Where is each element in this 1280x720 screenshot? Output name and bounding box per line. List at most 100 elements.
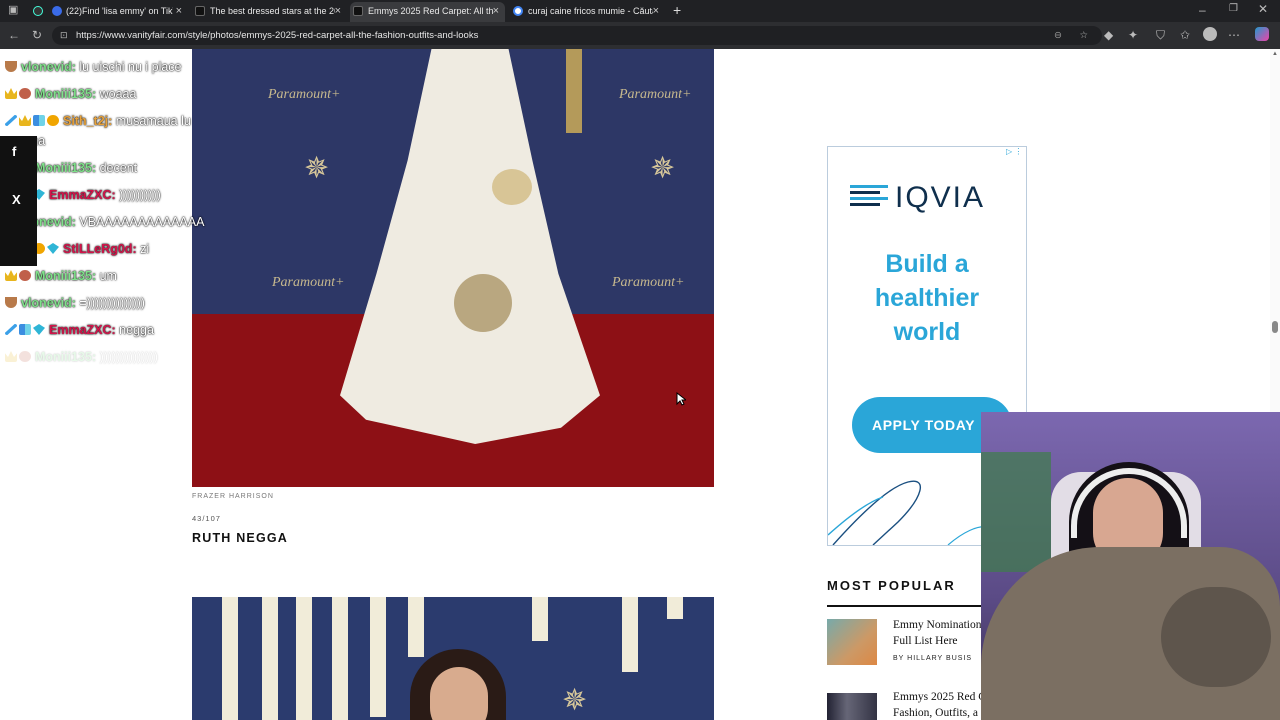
favorites-icon[interactable]: ✩ — [1180, 28, 1190, 42]
chat-text: um — [99, 269, 117, 283]
chat-text: =)))))))))))))) — [79, 296, 145, 310]
article-headline[interactable]: Emmy Nomination — [893, 618, 983, 633]
head-badge-icon — [19, 88, 31, 99]
grid-badge-icon — [19, 324, 31, 335]
backdrop-stripe — [332, 597, 348, 720]
x-twitter-icon[interactable]: X — [12, 192, 21, 207]
close-icon[interactable]: × — [335, 2, 341, 20]
bowl-badge-icon — [5, 61, 17, 72]
close-window-icon[interactable]: ✕ — [1258, 2, 1268, 16]
tab-google-search[interactable]: curaj caine fricos mumie - Căutar × — [510, 2, 665, 22]
chat-text: negga — [119, 323, 154, 337]
section-divider — [827, 605, 987, 607]
coin-badge-icon — [47, 115, 59, 126]
chat-username: Moniii135: — [35, 269, 97, 283]
gown-flower-print — [454, 274, 512, 332]
emmy-statue-icon: ✵ — [650, 152, 676, 185]
article-headline[interactable]: Emmys 2025 Red C — [893, 690, 983, 705]
chat-badges — [5, 87, 33, 101]
chat-username: EmmaZXC: — [49, 188, 116, 202]
back-icon[interactable]: ← — [8, 28, 20, 42]
chat-text: decent — [99, 161, 138, 175]
logo-bar — [850, 197, 888, 200]
gallery-counter: 43/107 — [192, 514, 221, 523]
chat-username: Moniii135: — [35, 350, 97, 364]
gown-flower-print — [492, 169, 532, 205]
restore-icon[interactable]: ❐ — [1229, 3, 1238, 14]
favorite-star-icon[interactable]: ☆ — [1079, 26, 1088, 45]
tab-tiktok[interactable]: (22)Find 'lisa emmy' on TikTo × — [30, 2, 188, 22]
chat-text: woaaa — [99, 87, 137, 101]
adchoices-icon[interactable]: ▷ ⋮ — [1006, 147, 1022, 156]
grid-badge-icon — [33, 115, 45, 126]
close-icon[interactable]: × — [653, 2, 659, 20]
chat-message: EmmaZXC: negga — [5, 323, 154, 337]
tab-actions-icon[interactable]: ▣ — [8, 3, 18, 16]
backdrop-stripe — [622, 597, 638, 672]
chat-username: Moniii135: — [35, 87, 97, 101]
crown-badge-icon — [5, 88, 17, 99]
paramount-logo: Paramount+ — [268, 87, 341, 102]
shield-icon[interactable]: ⛉ — [1156, 28, 1165, 43]
profile-avatar[interactable] — [1203, 27, 1217, 41]
streamer-webcam — [981, 412, 1280, 720]
gem-badge-icon — [33, 324, 45, 335]
google-icon — [513, 6, 523, 16]
menu-icon[interactable]: ⋯ — [1228, 28, 1240, 42]
copilot-icon[interactable] — [1255, 27, 1269, 41]
stream-chat-overlay: vlonevid: lu uischi nu i place Moniii135:… — [0, 55, 260, 375]
chat-badges — [5, 114, 61, 128]
close-icon[interactable]: × — [176, 2, 182, 20]
backdrop-post — [566, 49, 582, 133]
gallery-photo[interactable]: Paramount+ Paramount+ Paramount+ Paramou… — [192, 49, 714, 487]
backdrop-stripe — [262, 597, 278, 720]
site-info-icon[interactable]: ⊡ — [60, 26, 68, 45]
chat-message: Moniii135: um — [5, 269, 117, 283]
reader-icon[interactable]: ⊖ — [1054, 26, 1062, 45]
new-tab-button[interactable]: + — [673, 2, 681, 18]
backdrop-stripe — [532, 597, 548, 641]
backdrop-stripe — [667, 597, 683, 619]
article-thumbnail[interactable] — [827, 693, 877, 720]
scroll-up-icon[interactable]: ▲ — [1272, 51, 1278, 57]
facebook-icon[interactable]: f — [12, 144, 16, 159]
ad-headline: Build a healthier world — [828, 247, 1026, 349]
article-headline[interactable]: Full List Here — [893, 634, 983, 649]
article-byline[interactable]: BY HILLARY BUSIS — [893, 655, 972, 662]
chat-message: Moniii135: )))))))))))))) — [5, 350, 158, 364]
vanityfair-icon — [353, 6, 363, 16]
minimize-icon[interactable]: – — [1199, 3, 1206, 17]
chat-badges — [5, 296, 19, 310]
logo-bar — [850, 203, 880, 206]
backdrop-stripe — [408, 597, 424, 657]
chat-username: Sith_t2j: — [63, 114, 113, 128]
gallery-photo-next[interactable]: ✵ — [192, 597, 714, 720]
celebrity-face — [430, 667, 488, 720]
url-input[interactable]: ⊡ https://www.vanityfair.com/style/photo… — [52, 26, 1102, 45]
article-thumbnail[interactable] — [827, 619, 877, 665]
tab-title: (22)Find 'lisa emmy' on TikTo — [66, 6, 173, 16]
paramount-logo: Paramount+ — [619, 87, 692, 102]
cat-body — [1161, 587, 1271, 687]
reload-icon[interactable]: ↻ — [32, 28, 42, 42]
chat-username: StlLLeRg0d: — [63, 242, 137, 256]
ad-headline-line: world — [893, 318, 961, 346]
backdrop-stripe — [222, 597, 238, 720]
logo-bar — [850, 191, 880, 194]
crown-badge-icon — [5, 351, 17, 362]
address-bar-row: ← ↻ ⊡ https://www.vanityfair.com/style/p… — [0, 22, 1280, 49]
emmy-statue-icon: ✵ — [304, 152, 330, 185]
tab-emmys-red-carpet[interactable]: Emmys 2025 Red Carpet: All the × — [350, 2, 505, 22]
close-icon[interactable]: × — [493, 2, 499, 20]
scrollbar-thumb[interactable] — [1272, 321, 1278, 333]
article-headline[interactable]: Fashion, Outfits, a — [893, 706, 983, 720]
extensions-puzzle-icon[interactable]: ✦ — [1128, 28, 1138, 42]
ad-headline-line: healthier — [874, 284, 980, 312]
tab-vanityfair-best-dressed[interactable]: The best dressed stars at the 202 × — [192, 2, 347, 22]
chat-username: vlonevid: — [21, 296, 76, 310]
tiktok-icon — [33, 6, 43, 16]
extension-icon[interactable]: ◆ — [1104, 28, 1113, 42]
logo-bar — [850, 185, 888, 188]
most-popular-title: MOST POPULAR — [827, 578, 956, 593]
paramount-logo: Paramount+ — [612, 275, 685, 290]
